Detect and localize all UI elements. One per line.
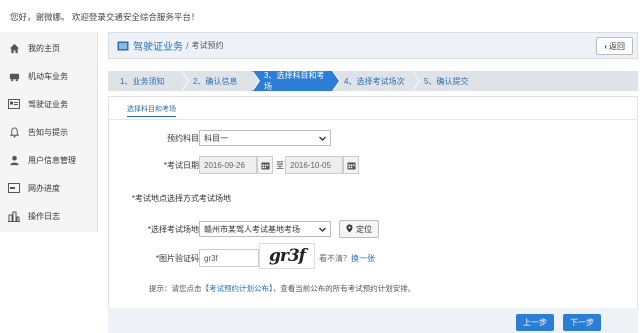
date-to-input[interactable]: 2016-10-05 <box>285 156 343 174</box>
car-icon <box>8 70 20 82</box>
captcha-help-text: 看不清？ <box>319 254 351 263</box>
subject-select[interactable]: 科目一 <box>199 130 331 146</box>
step-4: 4、选择考试场次 <box>332 71 420 91</box>
step-label: 3、选择科目和考场 <box>264 71 325 91</box>
step-3: 3、选择科目和考场 <box>252 71 340 91</box>
step-label: 4、选择考试场次 <box>344 76 405 86</box>
form-row-tip: 提示：请您点击【考试预约计划公布】，查看当前公布的所有考试预约计划安排。 <box>109 277 637 301</box>
step-label: 5、确认提交 <box>424 76 469 86</box>
date-from-input[interactable]: 2016-09-26 <box>199 156 257 174</box>
captcha-image[interactable]: gr3f <box>259 243 315 269</box>
progress-icon <box>8 182 20 194</box>
page-title: 驾驶证业务 <box>133 42 183 53</box>
sidebar: 我的主页 机动车业务 驾驶证业务 告知与提示 用户信息管理 网办进度 操作日志 <box>0 32 98 232</box>
license-card-icon <box>8 98 20 110</box>
list-icon <box>117 41 129 51</box>
log-icon <box>8 210 20 222</box>
back-button[interactable]: ‹ 返回 <box>596 37 633 55</box>
user-icon <box>8 154 20 166</box>
step-5: 5、确认提交 <box>412 71 492 91</box>
subject-label: 预约科目 <box>167 134 199 143</box>
step-2: 2、确认信息 <box>181 71 260 91</box>
step-label: 2、确认信息 <box>193 76 238 86</box>
home-icon <box>8 42 20 54</box>
form-row-method: *考试地点选择方式 考试场地 <box>109 187 637 211</box>
sidebar-item-home[interactable]: 我的主页 <box>0 34 98 62</box>
sidebar-item-progress[interactable]: 网办进度 <box>0 174 98 202</box>
sidebar-item-notice[interactable]: 告知与提示 <box>0 118 98 146</box>
divider <box>109 119 637 120</box>
sidebar-item-label: 网办进度 <box>28 183 60 193</box>
form-row-venue: *选择考试场地 赣州市某驾人考试基地考场 定位 <box>109 218 637 242</box>
tip-prefix: 提示：请您点击 <box>149 284 202 293</box>
venue-label: *选择考试场地 <box>147 225 199 234</box>
footer-bar: 上一步 下一步 <box>108 308 638 333</box>
exam-plan-link[interactable]: 【考试预约计划公布】 <box>202 284 273 293</box>
bell-icon <box>8 126 20 138</box>
date-label: *考试日期 <box>163 161 199 170</box>
next-step-button[interactable]: 下一步 <box>563 314 601 331</box>
tip-text: 提示：请您点击【考试预约计划公布】，查看当前公布的所有考试预约计划安排。 <box>149 283 415 294</box>
back-button-label: 返回 <box>609 41 625 51</box>
venue-value: 赣州市某驾人考试基地考场 <box>204 224 300 234</box>
method-label: *考试地点选择方式 <box>131 194 199 203</box>
sidebar-item-label: 用户信息管理 <box>28 155 76 165</box>
tab-select-subject[interactable]: 选择科目和考场 <box>127 104 176 117</box>
step-progress-bar: 1、业务须知 2、确认信息 3、选择科目和考场 4、选择考试场次 5、确认提交 <box>108 71 638 91</box>
form-panel: 选择科目和考场 预约科目 科目一 *考试日期 2016-09-26 至 2016… <box>108 96 638 326</box>
refresh-captcha-link[interactable]: 换一张 <box>351 254 375 263</box>
sidebar-item-vehicle[interactable]: 机动车业务 <box>0 62 98 90</box>
map-pin-icon <box>346 224 353 235</box>
sidebar-item-label: 操作日志 <box>28 211 60 221</box>
sidebar-item-label: 我的主页 <box>28 43 60 53</box>
welcome-text: 您好，谢微娜。 欢迎登录交通安全综合服务平台！ <box>10 12 200 22</box>
locate-button-label: 定位 <box>356 224 372 234</box>
breadcrumb-separator: / <box>186 40 189 51</box>
captcha-input[interactable]: gr3f <box>199 249 259 267</box>
date-separator: 至 <box>276 161 284 170</box>
page-title-bar: 驾驶证业务 / 考试预约 ‹ 返回 <box>108 32 638 59</box>
form-row-date: *考试日期 2016-09-26 至 2016-10-05 <box>109 154 637 178</box>
method-value: 考试场地 <box>199 194 231 203</box>
sidebar-item-user[interactable]: 用户信息管理 <box>0 146 98 174</box>
sidebar-item-label: 机动车业务 <box>28 71 68 81</box>
sidebar-item-label: 告知与提示 <box>28 127 68 137</box>
form-row-subject: 预约科目 科目一 <box>109 127 637 151</box>
sidebar-item-label: 驾驶证业务 <box>28 99 68 109</box>
calendar-icon[interactable] <box>343 156 359 174</box>
prev-step-button[interactable]: 上一步 <box>516 314 554 331</box>
breadcrumb-current: 考试预约 <box>191 41 224 50</box>
subject-value: 科目一 <box>204 133 228 143</box>
venue-select[interactable]: 赣州市某驾人考试基地考场 <box>199 221 331 237</box>
locate-button[interactable]: 定位 <box>339 220 379 238</box>
tip-suffix: ，查看当前公布的所有考试预约计划安排。 <box>272 284 416 293</box>
step-1: 1、业务须知 <box>108 71 189 91</box>
calendar-icon[interactable] <box>257 156 273 174</box>
main-content: 驾驶证业务 / 考试预约 ‹ 返回 1、业务须知 2、确认信息 3、选择科目和考… <box>108 32 640 333</box>
sidebar-item-log[interactable]: 操作日志 <box>0 202 98 230</box>
sidebar-item-license[interactable]: 驾驶证业务 <box>0 90 98 118</box>
chevron-down-icon <box>318 134 327 143</box>
captcha-help: 看不清？换一张 <box>319 253 375 264</box>
step-label: 1、业务须知 <box>120 76 165 86</box>
top-bar: 您好，谢微娜。 欢迎登录交通安全综合服务平台！ <box>0 0 640 30</box>
captcha-label: *图片验证码 <box>155 254 199 263</box>
chevron-down-icon <box>318 225 327 234</box>
chevron-left-icon: ‹ <box>604 41 607 51</box>
form-row-captcha: *图片验证码 gr3f gr3f 看不清？换一张 <box>109 243 637 271</box>
